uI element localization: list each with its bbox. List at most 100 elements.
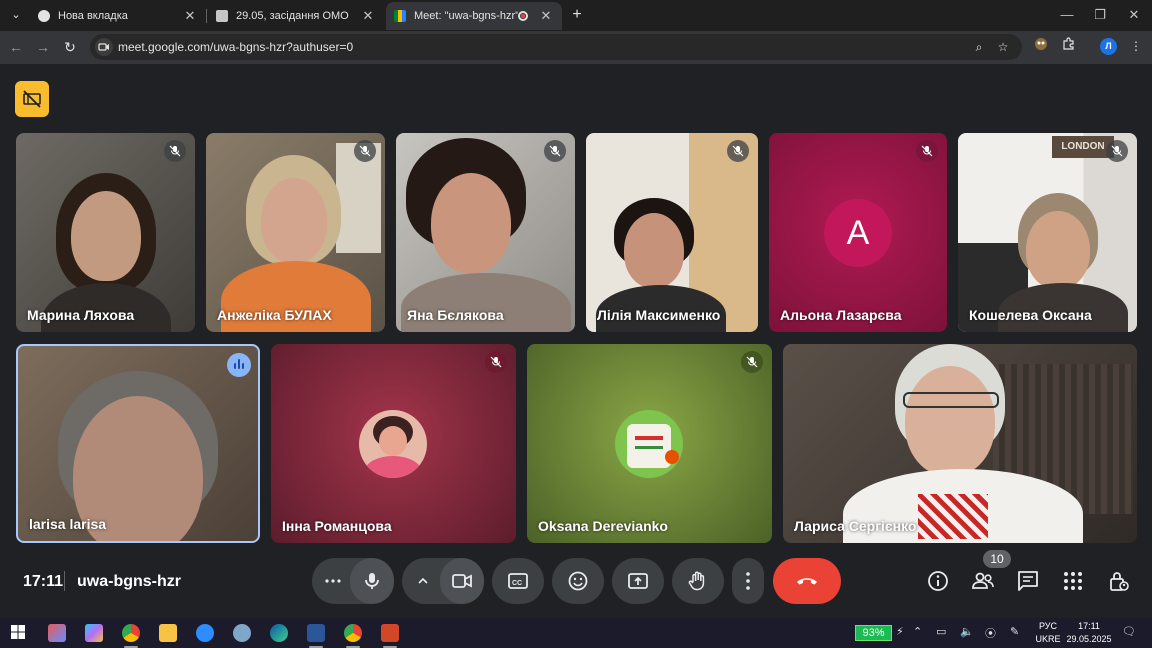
zoom-app-icon[interactable] (196, 624, 214, 642)
participant-name: Oksana Derevianko (538, 518, 668, 534)
participant-avatar (359, 410, 427, 478)
emoji-icon (568, 571, 588, 591)
extensions-puzzle-icon[interactable] (1060, 37, 1078, 55)
taskbar-date[interactable]: 29.05.2025 (1061, 634, 1117, 644)
participant-name: Альона Лазарєва (780, 307, 902, 323)
camera-options-group (402, 558, 484, 604)
host-controls-button[interactable] (1106, 568, 1132, 594)
leave-call-button[interactable] (773, 558, 841, 604)
address-bar[interactable]: meet.google.com/uwa-bgns-hzr?authuser=0 … (90, 34, 1022, 60)
participant-name: Марина Ляхова (27, 307, 135, 323)
people-icon (972, 572, 994, 589)
copilot-icon[interactable] (85, 624, 103, 642)
meeting-details-button[interactable] (925, 568, 951, 594)
network-icon[interactable]: ⦿ (985, 625, 996, 641)
close-tab-icon[interactable]: ✕ (360, 8, 376, 24)
url-text: meet.google.com/uwa-bgns-hzr?authuser=0 (118, 40, 354, 54)
participant-name: Лариса Сергієнко (794, 518, 917, 534)
camera-issue-button[interactable] (15, 81, 49, 117)
battery-indicator[interactable]: 93% (855, 625, 892, 641)
raise-hand-button[interactable] (672, 558, 724, 604)
powerpoint-icon[interactable] (381, 624, 399, 642)
chevron-up-icon[interactable] (416, 574, 430, 588)
host-lock-icon (1110, 572, 1129, 591)
reactions-button[interactable] (552, 558, 604, 604)
pen-icon[interactable]: ✎ (1010, 625, 1019, 638)
forward-icon[interactable]: → (33, 37, 53, 57)
back-icon[interactable]: ← (6, 37, 26, 57)
london-sign: LONDON (1052, 136, 1114, 158)
battery-tray-icon[interactable]: ▭ (936, 625, 946, 638)
captions-button[interactable]: CC (492, 558, 544, 604)
muted-mic-icon (544, 140, 566, 162)
meeting-info-divider (64, 571, 65, 591)
restore-icon[interactable]: ❐ (1085, 3, 1115, 27)
browser-menu-icon[interactable]: ⋮ (1127, 37, 1145, 55)
keyboard-layout-indicator[interactable]: UKRE (1034, 634, 1062, 644)
taskbar-clock[interactable]: 17:11 (1064, 621, 1114, 631)
browser-tab-strip: ⌄ Нова вкладка ✕ 29.05, засідання ОМО ✕ … (0, 0, 1152, 31)
new-tab-icon[interactable]: + (568, 5, 586, 25)
muted-mic-icon (727, 140, 749, 162)
tab-search-icon[interactable]: ⌄ (6, 5, 26, 25)
minimize-icon[interactable]: — (1052, 3, 1082, 27)
people-button[interactable] (970, 568, 996, 594)
microphone-button[interactable] (350, 558, 394, 604)
tab-title: Нова вкладка (58, 10, 128, 22)
participant-tile[interactable]: Марина Ляхова (16, 133, 195, 332)
tab-new-tab[interactable]: Нова вкладка ✕ (30, 2, 206, 30)
chrome-taskbar-icon[interactable] (122, 624, 140, 642)
more-dots-icon[interactable] (323, 571, 343, 591)
more-options-button[interactable] (732, 558, 764, 604)
participant-tile[interactable]: larisa larisa (16, 344, 260, 543)
participant-tile[interactable]: LONDON Кошелева Оксана (958, 133, 1137, 332)
participant-tile[interactable]: Анжеліка БУЛАХ (206, 133, 385, 332)
end-call-icon (797, 578, 817, 585)
language-indicator[interactable]: РУС (1036, 621, 1060, 631)
windows-taskbar: 93% ⚡ ⌃ ▭ 🔈 ⦿ ✎ РУС UKRE 17:11 29.05.202… (0, 618, 1152, 648)
show-hidden-icons-icon[interactable]: ⌃ (913, 625, 922, 638)
paint-app-icon[interactable] (48, 624, 66, 642)
chrome-profile-icon[interactable] (344, 624, 362, 642)
participant-tile[interactable]: A Альона Лазарєва (769, 133, 947, 332)
file-explorer-icon[interactable] (159, 624, 177, 642)
camera-button[interactable] (440, 558, 484, 604)
close-tab-icon[interactable]: ✕ (538, 8, 554, 24)
apps-grid-icon (1064, 572, 1082, 590)
app-icon[interactable] (233, 624, 251, 642)
tab-title: 29.05, засідання ОМО (236, 10, 349, 22)
volume-icon[interactable]: 🔈 (960, 625, 974, 638)
meeting-clock: 17:11 (23, 573, 64, 590)
participant-tile[interactable]: Інна Романцова (271, 344, 516, 543)
reload-icon[interactable]: ↻ (60, 37, 80, 57)
tab-meet[interactable]: Meet: "uwa-bgns-hzr" ✕ (386, 2, 562, 30)
windows-start-icon[interactable] (10, 624, 28, 642)
profile-avatar[interactable]: Л (1100, 38, 1117, 55)
notifications-icon[interactable]: 🗨 (1122, 625, 1136, 638)
close-tab-icon[interactable]: ✕ (182, 8, 198, 24)
zoom-icon[interactable]: ⌕ (970, 38, 988, 56)
more-vert-icon (746, 572, 750, 590)
participant-tile[interactable]: Oksana Derevianko (527, 344, 772, 543)
close-window-icon[interactable]: ✕ (1119, 3, 1149, 27)
recording-icon (518, 11, 528, 21)
word-icon[interactable] (307, 624, 325, 642)
edge-icon[interactable] (270, 624, 288, 642)
chat-button[interactable] (1015, 568, 1041, 594)
tab-omo-meeting[interactable]: 29.05, засідання ОМО ✕ (208, 2, 384, 30)
bookmark-star-icon[interactable]: ☆ (994, 38, 1012, 56)
participant-tile[interactable]: Лариса Сергієнко (783, 344, 1137, 543)
activities-button[interactable] (1060, 568, 1086, 594)
muted-mic-icon (354, 140, 376, 162)
present-icon (628, 573, 648, 589)
classroom-icon (216, 10, 228, 22)
participant-name: Лілія Максименко (597, 307, 721, 323)
present-screen-button[interactable] (612, 558, 664, 604)
raise-hand-icon (688, 571, 705, 591)
participant-name: larisa larisa (29, 516, 107, 532)
extension-owl-icon[interactable] (1032, 37, 1050, 55)
participant-tile[interactable]: Лілія Максименко (586, 133, 758, 332)
meet-icon (394, 10, 406, 22)
participant-tile[interactable]: Яна Бєлякова (396, 133, 575, 332)
site-info-icon[interactable] (95, 38, 113, 56)
